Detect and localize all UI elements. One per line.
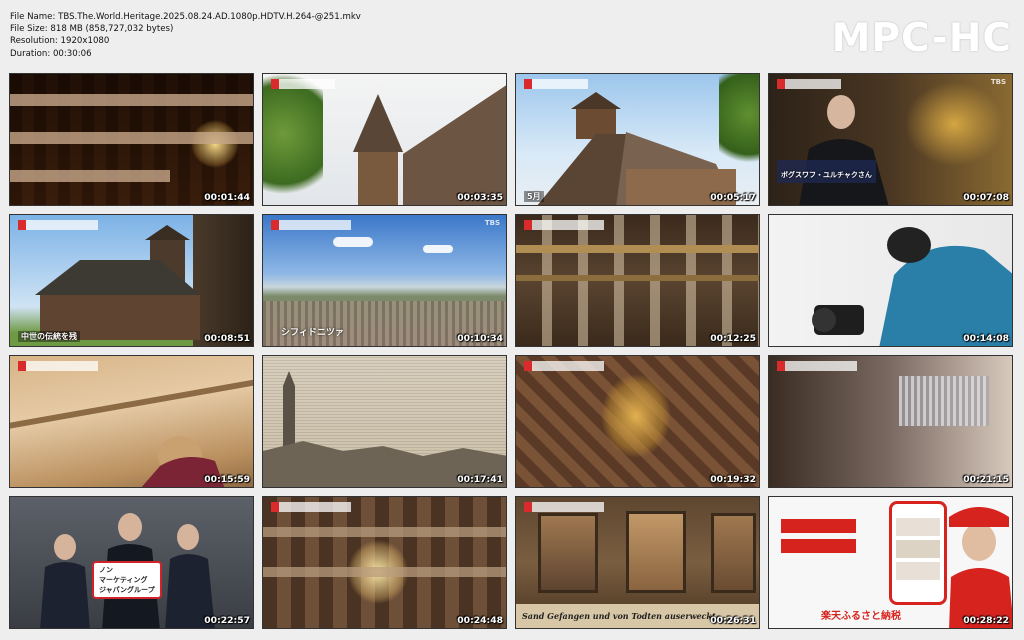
timestamp: 00:10:34 bbox=[457, 333, 503, 344]
thumbnail[interactable]: 00:17:41 bbox=[262, 355, 507, 488]
timestamp: 00:15:59 bbox=[204, 474, 250, 485]
file-duration: Duration: 00:30:06 bbox=[10, 48, 92, 59]
church-silhouette bbox=[537, 92, 736, 205]
thumbnail[interactable]: 楽天ふるさと納税 00:28:22 bbox=[768, 496, 1013, 629]
timestamp: 00:08:51 bbox=[204, 333, 250, 344]
timestamp: 00:01:44 bbox=[204, 192, 250, 203]
person-silhouette bbox=[799, 95, 889, 205]
file-info: File Name: TBS.The.World.Heritage.2025.0… bbox=[10, 11, 361, 60]
menu-item: ジャパングループ bbox=[99, 586, 155, 594]
timestamp: 00:21:15 bbox=[963, 474, 1009, 485]
thumbnail-grid: 00:01:44 00:03:35 5月 00:05:17 ボグスワフ・ユルチャ… bbox=[9, 73, 1013, 629]
caption: ボグスワフ・ユルチャクさん bbox=[781, 171, 872, 179]
scene-church-nave bbox=[263, 497, 506, 628]
person-silhouette bbox=[812, 227, 1012, 346]
caption: 楽天ふるさと納税 bbox=[821, 611, 901, 622]
mpc-hc-logo: MPC-HC bbox=[831, 16, 1012, 61]
timestamp: 00:19:32 bbox=[710, 474, 756, 485]
caption: 5月 bbox=[524, 191, 544, 202]
timestamp: 00:03:35 bbox=[457, 192, 503, 203]
timestamp: 00:14:08 bbox=[963, 333, 1009, 344]
church-silhouette bbox=[35, 225, 200, 340]
thumbnail[interactable]: 00:03:35 bbox=[262, 73, 507, 206]
file-resolution: Resolution: 1920x1080 bbox=[10, 36, 110, 47]
thumbnail[interactable]: 00:01:44 bbox=[9, 73, 254, 206]
timestamp: 00:05:17 bbox=[710, 192, 756, 203]
scene-ceiling-ornament bbox=[516, 356, 759, 487]
caption: Sand Gefangen und von Todten auserweckt bbox=[522, 611, 716, 621]
thumbnail[interactable]: シフィドニツァ TBS 00:10:34 bbox=[262, 214, 507, 347]
file-size: File Size: 818 MB (858,727,032 bytes) bbox=[10, 24, 174, 35]
person-silhouette bbox=[141, 436, 225, 487]
scene-organ bbox=[769, 356, 1012, 487]
thumbnail[interactable]: 00:15:59 bbox=[9, 355, 254, 488]
timestamp: 00:12:25 bbox=[710, 333, 756, 344]
timestamp: 00:07:08 bbox=[963, 192, 1009, 203]
thumbnail[interactable]: ノン マーケティング ジャパングループ 00:22:57 bbox=[9, 496, 254, 629]
thumbnail[interactable]: ボグスワフ・ユルチャクさん TBS 00:07:08 bbox=[768, 73, 1013, 206]
caption: シフィドニツァ bbox=[281, 328, 344, 338]
thumbnail[interactable]: Sand Gefangen und von Todten auserweckt … bbox=[515, 496, 760, 629]
thumbnail[interactable]: 中世の伝統を残 00:08:51 bbox=[9, 214, 254, 347]
thumbnail[interactable]: 00:24:48 bbox=[262, 496, 507, 629]
timestamp: 00:28:22 bbox=[963, 615, 1009, 626]
thumbnail[interactable]: 00:21:15 bbox=[768, 355, 1013, 488]
file-name: File Name: TBS.The.World.Heritage.2025.0… bbox=[10, 12, 361, 22]
thumbnail[interactable]: 5月 00:05:17 bbox=[515, 73, 760, 206]
thumbnail[interactable]: 00:14:08 bbox=[768, 214, 1013, 347]
timestamp: 00:22:57 bbox=[204, 615, 250, 626]
engraving-town bbox=[263, 371, 506, 487]
timestamp: 00:17:41 bbox=[457, 474, 503, 485]
timestamp: 00:24:48 bbox=[457, 615, 503, 626]
thumbnail[interactable]: 00:19:32 bbox=[515, 355, 760, 488]
menu-card: ノン マーケティング ジャパングループ bbox=[92, 561, 162, 599]
church-silhouette bbox=[353, 85, 506, 205]
thumbnail[interactable]: 00:12:25 bbox=[515, 214, 760, 347]
caption: 中世の伝統を残 bbox=[18, 331, 80, 342]
menu-item: ノン bbox=[99, 566, 113, 574]
menu-item: マーケティング bbox=[99, 576, 148, 584]
timestamp: 00:26:31 bbox=[710, 615, 756, 626]
